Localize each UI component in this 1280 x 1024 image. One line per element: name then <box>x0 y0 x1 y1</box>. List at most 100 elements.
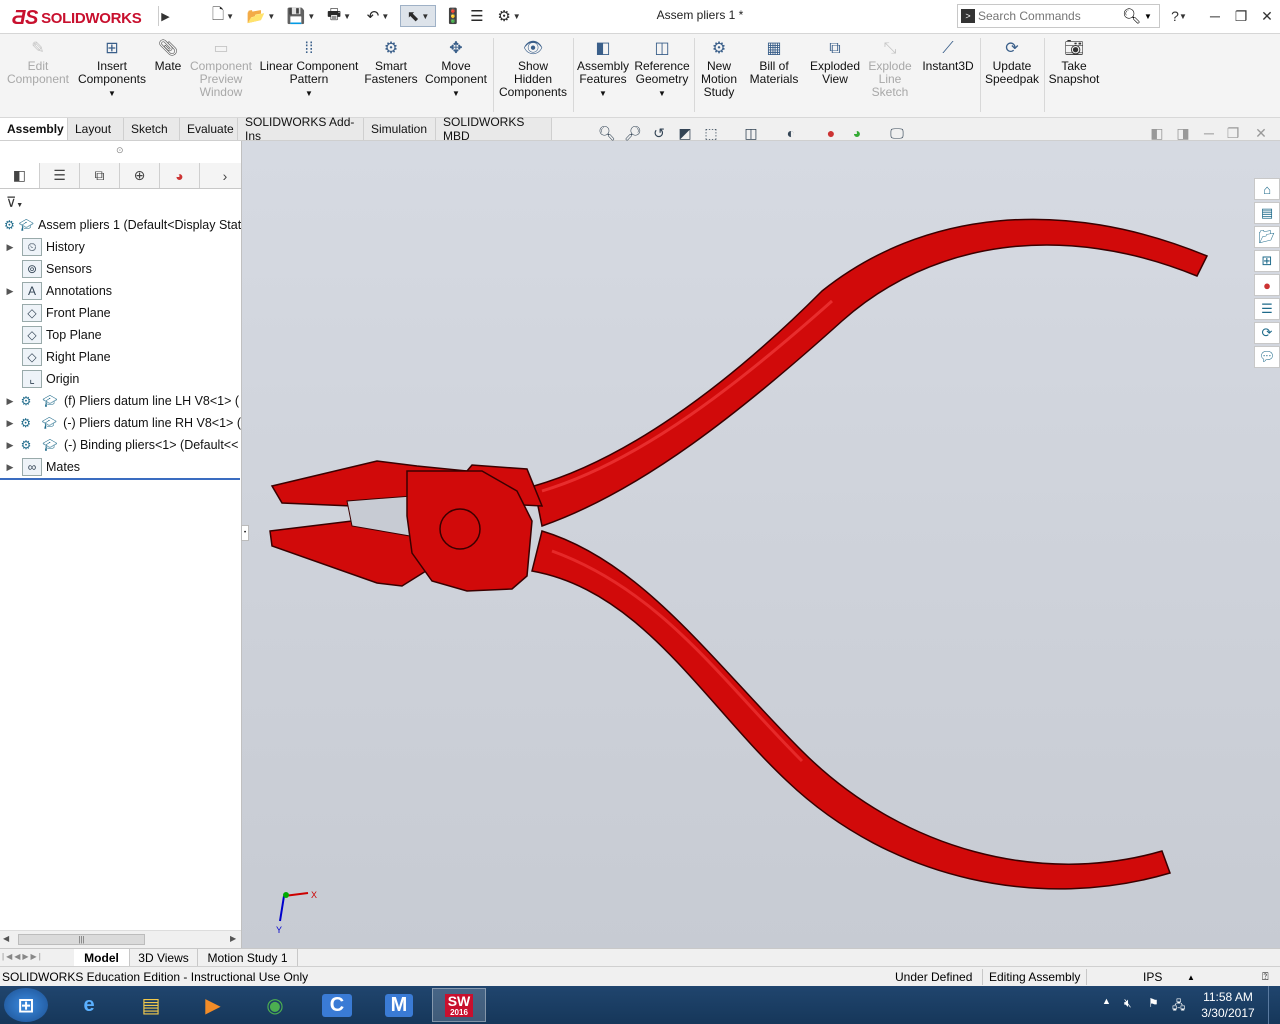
home-icon[interactable]: ⌂ <box>1254 178 1280 200</box>
menu-expand-arrow[interactable]: ▶ <box>158 6 172 26</box>
close-button[interactable]: ✕ <box>1254 6 1280 26</box>
scrollbar-thumb[interactable]: ||| <box>18 934 145 945</box>
tab-solidworks-mbd[interactable]: SOLIDWORKS MBD <box>436 115 552 143</box>
expand-arrow-icon[interactable]: ▶ <box>4 242 16 253</box>
tree-item[interactable]: ▶ A Annotations <box>0 280 241 302</box>
minimize-button[interactable]: ─ <box>1202 6 1228 26</box>
new-motion-study-button[interactable]: ⚙ New Motion Study <box>697 38 741 114</box>
tab-evaluate[interactable]: Evaluate <box>180 118 238 140</box>
reference-geometry-button[interactable]: ◫ Reference Geometry ▼ <box>632 38 692 114</box>
view-settings-icon[interactable]: 🖵 <box>886 123 908 143</box>
section-view-icon[interactable]: ◩ <box>674 123 696 143</box>
undo-button[interactable]: ↶ ▼ <box>360 5 396 27</box>
solidworks-logo[interactable]: ƋS SOLIDWORKS <box>12 6 152 30</box>
edit-appearance-icon[interactable]: ● <box>820 123 842 143</box>
dimxpert-manager-tab-icon[interactable]: ⊕ <box>120 163 160 188</box>
smart-fasteners-button[interactable]: ⚙ Smart Fasteners <box>362 38 420 114</box>
zoom-to-fit-icon[interactable]: 🔍︎ <box>596 123 618 143</box>
view-palette-icon[interactable]: ⊞ <box>1254 250 1280 272</box>
graphics-area[interactable]: X Y <box>242 141 1280 948</box>
apply-scene-icon[interactable]: ◕ <box>846 123 868 143</box>
file-properties-button[interactable]: ☰ <box>466 5 488 27</box>
panel-more-arrow-icon[interactable]: › <box>205 163 245 188</box>
edit-component-button[interactable]: ✎ Edit Component <box>4 38 72 114</box>
unit-system-dropdown-icon[interactable]: ▲ <box>1187 969 1195 985</box>
previous-view-icon[interactable]: ↺ <box>648 123 670 143</box>
custom-properties-icon[interactable]: ☰ <box>1254 298 1280 320</box>
solidworks-resources-icon[interactable]: 💬︎ <box>1254 346 1280 368</box>
network-icon[interactable]: 🖧 <box>1172 996 1185 1017</box>
tree-item[interactable]: ▶ ⚙ 🎓︎ (f) Pliers datum line LH V8<1> ( <box>0 390 241 412</box>
zoom-to-area-icon[interactable]: 🔎︎ <box>622 123 644 143</box>
help-button[interactable]: ? ▼ <box>1166 6 1192 26</box>
search-input[interactable] <box>978 9 1118 23</box>
design-library-icon[interactable]: ▤ <box>1254 202 1280 224</box>
property-manager-tab-icon[interactable]: ☰ <box>40 163 80 188</box>
expand-arrow-icon[interactable]: ▶ <box>4 418 16 429</box>
rollback-bar[interactable] <box>0 478 240 480</box>
internet-explorer-icon[interactable]: e <box>62 988 116 1022</box>
select-button[interactable]: ⬉ ▼ <box>400 5 436 27</box>
hide-show-items-icon[interactable]: ◐ <box>780 123 802 143</box>
panel-collapse-handle[interactable]: • <box>241 525 249 541</box>
new-document-button[interactable]: 🗋 ▼ <box>206 5 240 27</box>
tree-item[interactable]: ◇ Front Plane <box>0 302 241 324</box>
restore-button[interactable]: ❐ <box>1228 6 1254 26</box>
media-player-icon[interactable]: ▶ <box>186 988 240 1022</box>
bill-of-materials-button[interactable]: ▦ Bill of Materials <box>746 38 802 114</box>
assembly-features-button[interactable]: ◧ Assembly Features ▼ <box>576 38 630 114</box>
panel-splitter-handle[interactable]: ⊙ <box>116 145 124 156</box>
options-button[interactable]: ⚙ ▼ <box>492 5 526 27</box>
bottom-tab-motion-study-1[interactable]: Motion Study 1 <box>198 949 298 966</box>
scroll-right-icon[interactable]: ▶ <box>230 934 236 943</box>
search-dropdown-icon[interactable]: ▼ <box>1144 12 1152 21</box>
tree-item[interactable]: ▶ ∞ Mates <box>0 456 241 478</box>
component-preview-window-button[interactable]: ▭ Component Preview Window <box>188 38 254 114</box>
bottom-tab-model[interactable]: Model <box>74 949 130 966</box>
instant3d-button[interactable]: ⟋ Instant3D <box>920 38 976 114</box>
search-icon[interactable]: 🔍︎ <box>1122 7 1141 25</box>
view-orientation-icon[interactable]: ⬚ <box>700 123 722 143</box>
expand-arrow-icon[interactable]: ▶ <box>4 440 16 451</box>
explode-line-sketch-button[interactable]: ⤡ Explode Line Sketch <box>862 38 918 114</box>
viewport-restore-icon[interactable]: ◧ <box>1146 123 1168 143</box>
configuration-manager-tab-icon[interactable]: ⧉ <box>80 163 120 188</box>
viewport-minimize-icon[interactable]: ─ <box>1198 123 1220 143</box>
bottom-tab-3d-views[interactable]: 3D Views <box>130 949 198 966</box>
tree-item[interactable]: ▶ ⚙ 🎓︎ (-) Pliers datum line RH V8<1> ( <box>0 412 241 434</box>
volume-muted-icon[interactable]: 🔇︎ <box>1124 996 1132 1011</box>
insert-components-button[interactable]: ⊞ Insert Components ▼ <box>76 38 148 114</box>
display-style-icon[interactable]: ◫ <box>740 123 762 143</box>
tab-solidworks-add-ins[interactable]: SOLIDWORKS Add-Ins <box>238 115 364 143</box>
viewport-close-icon[interactable]: ✕ <box>1250 123 1272 143</box>
tree-root-assembly[interactable]: ⚙ 🎓︎ Assem pliers 1 (Default<Display Stat <box>0 214 241 236</box>
feature-manager-tab-icon[interactable]: ◧ <box>0 163 40 188</box>
expand-arrow-icon[interactable]: ▶ <box>4 286 16 297</box>
tree-item[interactable]: ◇ Right Plane <box>0 346 241 368</box>
show-hidden-components-button[interactable]: 👁 Show Hidden Components <box>496 38 570 114</box>
tree-item[interactable]: ◇ Top Plane <box>0 324 241 346</box>
filter-icon[interactable]: ⊽▼ <box>6 194 30 210</box>
tree-item[interactable]: ▶ ⚙ 🎓︎ (-) Binding pliers<1> (Default<< <box>0 434 241 456</box>
file-explorer-pane-icon[interactable]: 📂︎ <box>1254 226 1280 248</box>
start-icon[interactable]: ⊞ <box>4 988 48 1022</box>
expand-arrow-icon[interactable]: ▶ <box>4 396 16 407</box>
unit-system[interactable]: IPS <box>1143 969 1162 985</box>
display-manager-tab-icon[interactable]: ◕ <box>160 163 200 188</box>
search-commands[interactable]: > 🔍︎ ▼ <box>957 4 1160 28</box>
take-snapshot-button[interactable]: 📷︎ Take Snapshot <box>1046 38 1102 114</box>
tab-scroll-arrows-icon[interactable]: |◀◀▶▶| <box>2 952 43 961</box>
linear-component-pattern-button[interactable]: ⁞⁞ Linear Component Pattern ▼ <box>258 38 360 114</box>
pliers-model[interactable]: X Y <box>242 141 1280 948</box>
chrome-icon[interactable]: ◉ <box>248 988 302 1022</box>
panel-horizontal-scrollbar[interactable]: ◀ ||| ▶ <box>0 930 241 948</box>
mate-button[interactable]: 📎︎ Mate <box>150 38 186 114</box>
m-app-icon[interactable]: M <box>372 988 426 1022</box>
tray-expand-icon[interactable]: ▲ <box>1102 996 1111 1006</box>
viewport-tile-icon[interactable]: ◨ <box>1172 123 1194 143</box>
print-button[interactable]: 🖶 ▼ <box>322 5 356 27</box>
update-speedpak-button[interactable]: ⟳ Update Speedpak <box>983 38 1041 114</box>
tree-item[interactable]: ▶ ⏲ History <box>0 236 241 258</box>
appearances-icon[interactable]: ● <box>1254 274 1280 296</box>
tab-sketch[interactable]: Sketch <box>124 118 180 140</box>
